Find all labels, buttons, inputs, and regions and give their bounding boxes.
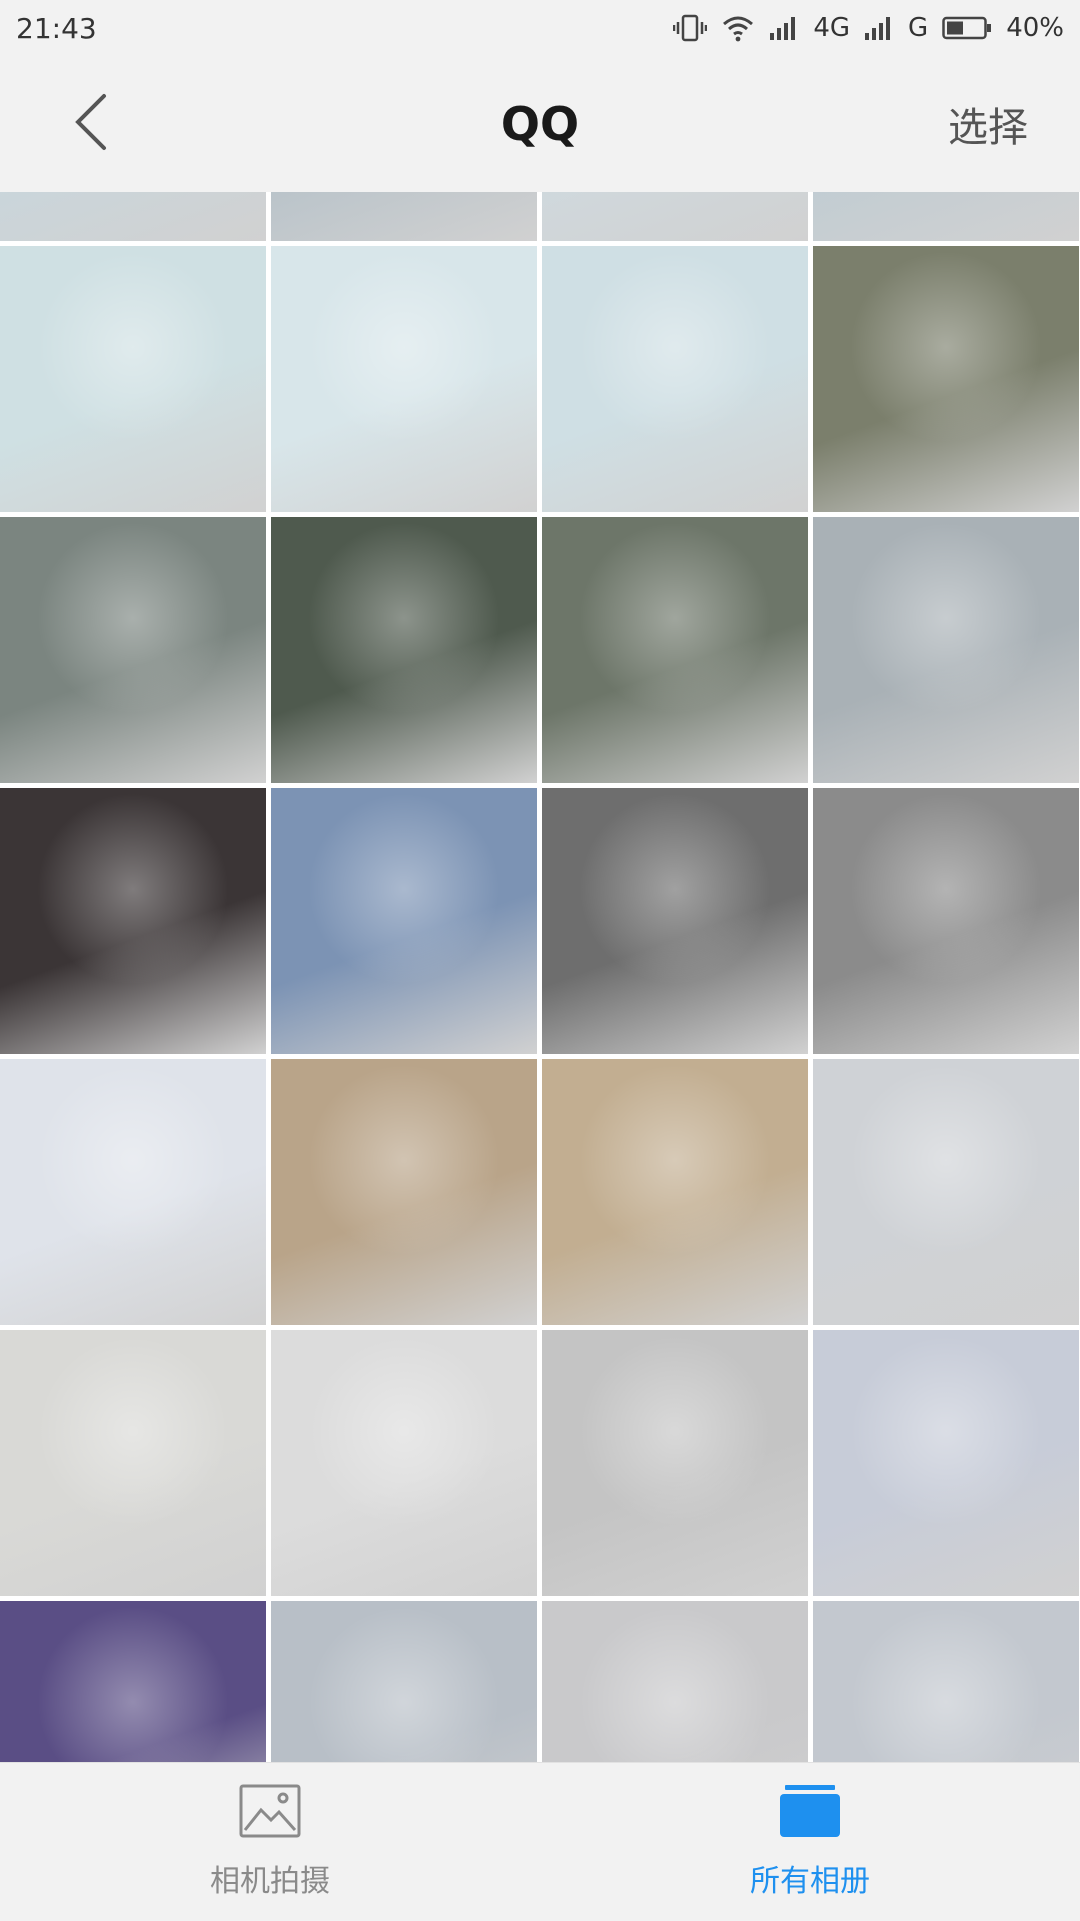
photo-thumbnail[interactable] bbox=[271, 1330, 537, 1596]
status-time: 21:43 bbox=[16, 11, 97, 45]
tab-all-albums[interactable]: 所有相册 bbox=[540, 1763, 1080, 1921]
select-button[interactable]: 选择 bbox=[948, 56, 1028, 192]
photo-image bbox=[0, 788, 266, 1054]
photo-image bbox=[271, 192, 537, 241]
back-button[interactable] bbox=[60, 92, 120, 156]
photo-image bbox=[271, 1601, 537, 1762]
photo-thumbnail[interactable] bbox=[0, 788, 266, 1054]
photo-image bbox=[271, 517, 537, 783]
photo-thumbnail[interactable] bbox=[813, 517, 1079, 783]
photo-image bbox=[0, 1059, 266, 1325]
vibrate-icon bbox=[673, 13, 708, 43]
photo-image bbox=[0, 517, 266, 783]
battery-percent: 40% bbox=[1006, 13, 1064, 43]
photo-thumbnail[interactable] bbox=[542, 1059, 808, 1325]
photo-thumbnail[interactable] bbox=[0, 1601, 266, 1762]
folder-icon bbox=[779, 1784, 841, 1842]
photo-grid bbox=[0, 192, 1080, 1762]
photo-thumbnail[interactable] bbox=[542, 788, 808, 1054]
photo-image bbox=[542, 1059, 808, 1325]
signal-icon bbox=[864, 15, 894, 41]
photo-thumbnail[interactable] bbox=[542, 192, 808, 241]
photo-thumbnail[interactable] bbox=[0, 1330, 266, 1596]
page-title: QQ bbox=[500, 97, 580, 151]
photo-thumbnail[interactable] bbox=[271, 788, 537, 1054]
photo-image bbox=[542, 517, 808, 783]
photo-thumbnail[interactable] bbox=[271, 192, 537, 241]
photo-image bbox=[542, 246, 808, 512]
photo-thumbnail[interactable] bbox=[813, 1330, 1079, 1596]
photo-thumbnail[interactable] bbox=[271, 1601, 537, 1762]
photo-thumbnail[interactable] bbox=[271, 1059, 537, 1325]
photo-image bbox=[0, 1330, 266, 1596]
photo-image bbox=[813, 192, 1079, 241]
photo-thumbnail[interactable] bbox=[0, 192, 266, 241]
photo-image bbox=[813, 517, 1079, 783]
network-type-g: G bbox=[908, 13, 929, 43]
photo-image bbox=[271, 246, 537, 512]
photo-thumbnail[interactable] bbox=[813, 1601, 1079, 1762]
photo-thumbnail[interactable] bbox=[813, 246, 1079, 512]
photo-thumbnail[interactable] bbox=[813, 788, 1079, 1054]
photo-thumbnail[interactable] bbox=[813, 1059, 1079, 1325]
battery-icon bbox=[942, 15, 992, 41]
tab-camera[interactable]: 相机拍摄 bbox=[0, 1763, 540, 1921]
tab-camera-label: 相机拍摄 bbox=[210, 1864, 330, 1899]
wifi-icon bbox=[721, 14, 755, 42]
photo-image bbox=[542, 1601, 808, 1762]
photo-image bbox=[0, 1601, 266, 1762]
chevron-left-icon bbox=[70, 92, 110, 156]
bottom-tab-bar: 相机拍摄 所有相册 bbox=[0, 1762, 1080, 1921]
photo-thumbnail[interactable] bbox=[542, 1601, 808, 1762]
status-bar: 21:43 4G G 40% bbox=[0, 0, 1080, 56]
nav-bar: QQ 选择 bbox=[0, 56, 1080, 192]
photo-thumbnail[interactable] bbox=[542, 246, 808, 512]
status-icons: 4G G 40% bbox=[673, 13, 1064, 43]
photo-thumbnail[interactable] bbox=[542, 517, 808, 783]
photo-image bbox=[813, 246, 1079, 512]
photo-image bbox=[0, 192, 266, 241]
photo-image bbox=[0, 246, 266, 512]
tab-albums-label: 所有相册 bbox=[750, 1864, 870, 1899]
network-type-4g: 4G bbox=[813, 13, 851, 43]
photo-image bbox=[271, 788, 537, 1054]
photo-image bbox=[542, 1330, 808, 1596]
photo-thumbnail[interactable] bbox=[0, 517, 266, 783]
image-icon bbox=[239, 1784, 301, 1842]
photo-image bbox=[813, 1330, 1079, 1596]
photo-image bbox=[271, 1330, 537, 1596]
photo-image bbox=[813, 1059, 1079, 1325]
photo-thumbnail[interactable] bbox=[271, 517, 537, 783]
photo-thumbnail[interactable] bbox=[271, 246, 537, 512]
photo-thumbnail[interactable] bbox=[0, 1059, 266, 1325]
signal-icon bbox=[769, 15, 799, 41]
photo-image bbox=[542, 192, 808, 241]
photo-thumbnail[interactable] bbox=[0, 246, 266, 512]
photo-thumbnail[interactable] bbox=[542, 1330, 808, 1596]
photo-image bbox=[813, 1601, 1079, 1762]
photo-thumbnail[interactable] bbox=[813, 192, 1079, 241]
photo-image bbox=[271, 1059, 537, 1325]
photo-image bbox=[542, 788, 808, 1054]
photo-image bbox=[813, 788, 1079, 1054]
